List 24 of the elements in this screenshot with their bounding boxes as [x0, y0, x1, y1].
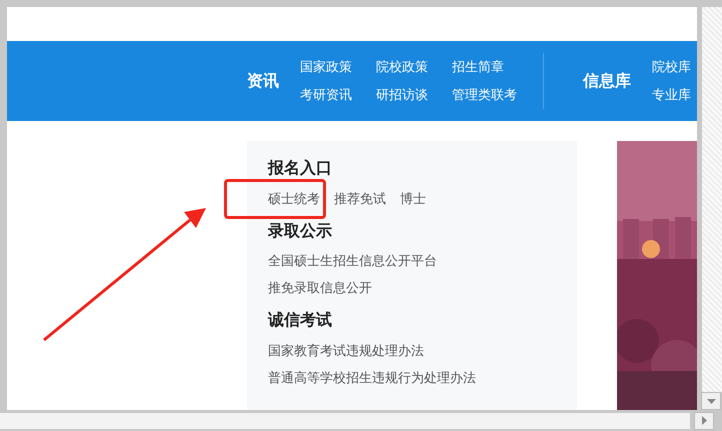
- nav-link[interactable]: 考研资讯: [300, 86, 352, 104]
- scroll-right-button[interactable]: [694, 412, 714, 430]
- section-heading: 诚信考试: [268, 311, 333, 329]
- nav-link[interactable]: 管理类联考: [452, 86, 517, 104]
- nav-section-title: 信息库: [583, 70, 631, 92]
- nav-section-title: 资讯: [247, 70, 279, 92]
- nav-link[interactable]: 国家政策: [300, 58, 352, 76]
- scroll-down-button[interactable]: [701, 392, 721, 410]
- nav-link[interactable]: 院校政策: [376, 58, 428, 76]
- nav-link[interactable]: 招生简章: [452, 58, 517, 76]
- link[interactable]: 推荐免试: [334, 190, 386, 208]
- link[interactable]: 全国硕士生招生信息公开平台: [268, 252, 437, 270]
- link[interactable]: 博士: [400, 190, 426, 208]
- section-heading: 录取公示: [268, 222, 333, 240]
- section-heading: 报名入口: [268, 159, 333, 177]
- link[interactable]: 硕士统考: [268, 190, 320, 208]
- link[interactable]: 普通高等学校招生违规行为处理办法: [268, 368, 476, 387]
- link[interactable]: 国家教育考试违规处理办法: [268, 342, 424, 360]
- link[interactable]: 推免录取信息公开: [268, 279, 372, 298]
- caret-icon: [706, 398, 716, 404]
- nav-link[interactable]: 研招访谈: [376, 86, 428, 104]
- nav-link[interactable]: 院校库: [652, 58, 691, 76]
- caret-icon: [702, 416, 706, 425]
- nav-link[interactable]: 专业库: [652, 86, 691, 104]
